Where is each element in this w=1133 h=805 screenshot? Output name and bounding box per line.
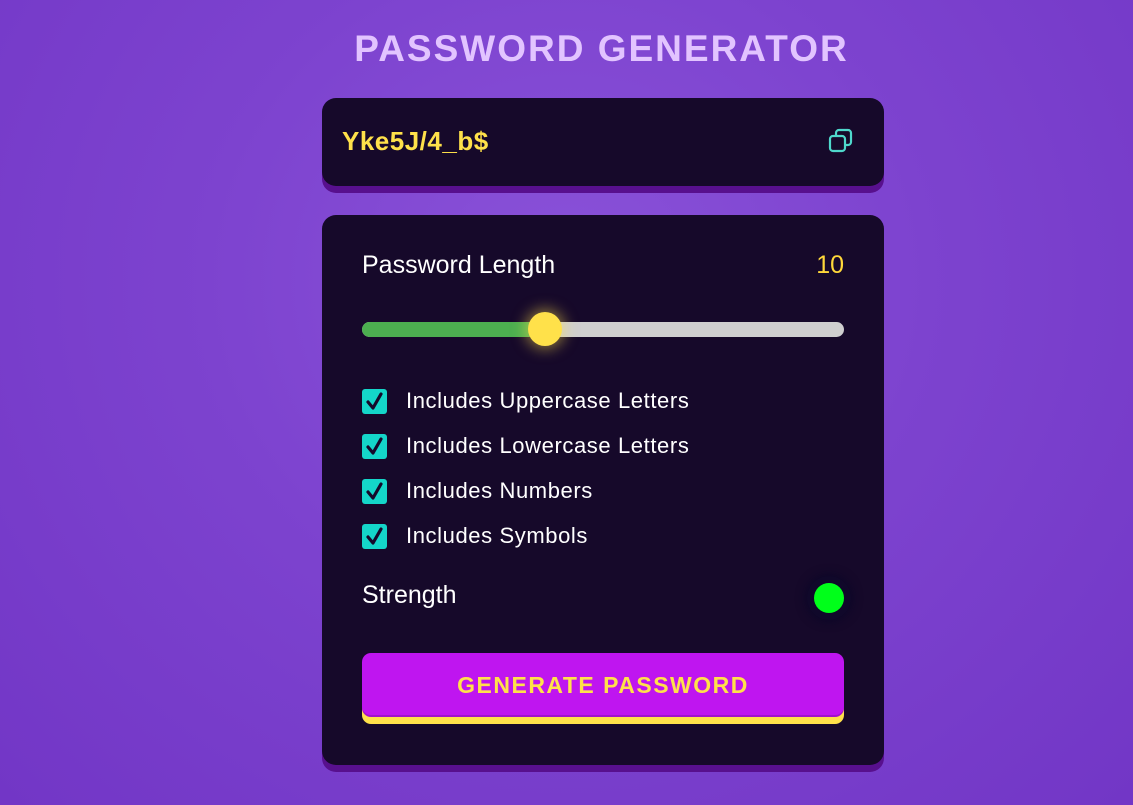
option-label: Includes Uppercase Letters bbox=[406, 388, 690, 413]
option-uppercase[interactable]: Includes Uppercase Letters bbox=[362, 388, 689, 414]
uppercase-checkbox[interactable] bbox=[362, 388, 387, 414]
checkmark-icon bbox=[366, 526, 383, 545]
copy-icon-graphic bbox=[828, 128, 853, 153]
password-output-card: Yke5J/4_b$ bbox=[322, 98, 884, 186]
checkmark-icon bbox=[366, 436, 383, 455]
page-title: PASSWORD GENERATOR bbox=[354, 28, 849, 69]
password-output: Yke5J/4_b$ bbox=[342, 126, 489, 156]
symbols-checkbox[interactable] bbox=[362, 523, 387, 549]
option-label: Includes Numbers bbox=[406, 478, 593, 503]
checkmark-icon bbox=[366, 481, 383, 500]
option-label: Includes Lowercase Letters bbox=[406, 433, 690, 458]
option-symbols[interactable]: Includes Symbols bbox=[362, 523, 588, 549]
option-numbers[interactable]: Includes Numbers bbox=[362, 478, 593, 504]
strength-label: Strength bbox=[362, 581, 457, 609]
option-label: Includes Symbols bbox=[406, 523, 589, 548]
slider-thumb[interactable] bbox=[528, 312, 563, 346]
generate-password-button[interactable]: GENERATE PASSWORD bbox=[362, 653, 844, 717]
lowercase-checkbox[interactable] bbox=[362, 433, 387, 459]
copy-icon[interactable] bbox=[828, 128, 854, 154]
password-length-slider[interactable] bbox=[362, 312, 844, 346]
numbers-checkbox[interactable] bbox=[362, 478, 387, 504]
password-length-value: 10 bbox=[816, 251, 844, 279]
password-length-label: Password Length bbox=[362, 251, 556, 279]
strength-indicator bbox=[814, 583, 844, 613]
option-lowercase[interactable]: Includes Lowercase Letters bbox=[362, 433, 689, 459]
slider-fill bbox=[362, 322, 546, 337]
settings-card: Password Length 10 Includes Uppercase Le… bbox=[322, 215, 884, 765]
checkmark-icon bbox=[366, 391, 383, 410]
